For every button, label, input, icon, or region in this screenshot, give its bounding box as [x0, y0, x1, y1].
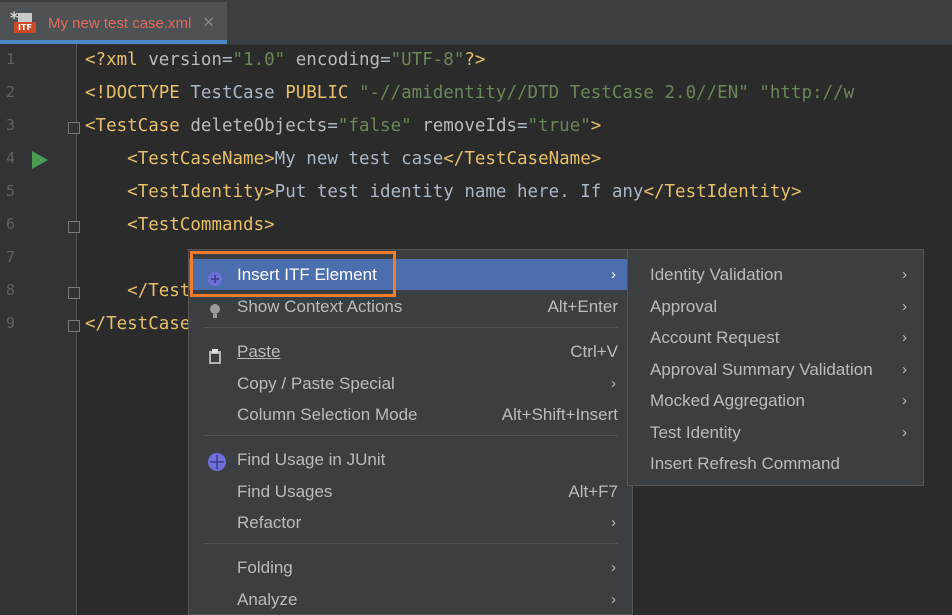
tab-my-new-test-case[interactable]: * ITF My new test case.xml ×	[0, 2, 227, 44]
menu-item-analyze[interactable]: Analyze ›	[189, 584, 632, 615]
line-number: 2	[6, 83, 16, 101]
run-icon[interactable]	[32, 151, 48, 169]
code-line-2: <!DOCTYPE TestCase PUBLIC "-//amidentity…	[85, 83, 855, 103]
menu-item-find-usage-in-junit[interactable]: Find Usage in JUnit	[189, 444, 632, 475]
file-type-badge: ITF	[14, 22, 36, 33]
code-line-3: <TestCase deleteObjects="false" removeId…	[85, 116, 602, 136]
chevron-right-icon: ›	[611, 559, 616, 576]
menu-item-folding[interactable]: Folding ›	[189, 552, 632, 583]
line-number: 3	[6, 116, 16, 134]
line-number: 8	[6, 281, 16, 299]
chevron-right-icon: ›	[611, 266, 616, 283]
menu-item-column-selection-mode[interactable]: Column Selection Mode Alt+Shift+Insert	[189, 399, 632, 430]
line-number: 6	[6, 215, 16, 233]
chevron-right-icon: ›	[611, 591, 616, 608]
menu-item-refactor[interactable]: Refactor ›	[189, 507, 632, 538]
chevron-right-icon: ›	[902, 266, 907, 283]
chevron-right-icon: ›	[611, 514, 616, 531]
code-line-6: <TestCommands>	[127, 215, 275, 235]
code-line-5: <TestIdentity>Put test identity name her…	[127, 182, 802, 202]
fold-minus-icon[interactable]	[68, 122, 80, 134]
line-number: 4	[6, 149, 16, 167]
submenu-item-approval[interactable]: Approval ›	[628, 291, 923, 322]
chevron-right-icon: ›	[902, 361, 907, 378]
editor-gutter: 1 2 3 4 5 6 7 8 9	[0, 44, 80, 615]
fold-end-icon[interactable]	[68, 320, 80, 332]
code-line-1: <?xml version="1.0" encoding="UTF-8"?>	[85, 50, 486, 70]
menu-item-copy-paste-special[interactable]: Copy / Paste Special ›	[189, 368, 632, 399]
submenu-item-mocked-aggregation[interactable]: Mocked Aggregation ›	[628, 385, 923, 416]
close-icon[interactable]: ×	[202, 12, 215, 31]
fold-end-icon[interactable]	[68, 287, 80, 299]
chevron-right-icon: ›	[902, 424, 907, 441]
menu-item-paste[interactable]: Paste Ctrl+V	[189, 336, 632, 367]
editor-context-menu: Insert ITF Element › Show Context Action…	[188, 249, 633, 615]
chevron-right-icon: ›	[611, 375, 616, 392]
chevron-right-icon: ›	[902, 392, 907, 409]
lightbulb-icon	[207, 298, 223, 318]
line-number: 5	[6, 182, 16, 200]
code-line-9: </TestCase>	[85, 314, 201, 334]
clipboard-icon	[207, 343, 223, 364]
menu-item-find-usages[interactable]: Find Usages Alt+F7	[189, 476, 632, 507]
code-line-4: <TestCaseName>My new test case</TestCase…	[127, 149, 602, 169]
line-number: 1	[6, 50, 16, 68]
annotation-highlight-box	[190, 251, 396, 297]
tab-title: My new test case.xml	[48, 15, 192, 32]
junit-icon	[207, 451, 226, 471]
insert-itf-element-submenu: Identity Validation › Approval › Account…	[627, 249, 924, 486]
menu-separator	[203, 543, 618, 544]
submenu-item-approval-summary-validation[interactable]: Approval Summary Validation ›	[628, 354, 923, 385]
chevron-right-icon: ›	[902, 329, 907, 346]
submenu-item-insert-refresh-command[interactable]: Insert Refresh Command	[628, 448, 923, 479]
itf-file-icon: * ITF	[10, 8, 38, 35]
submenu-item-test-identity[interactable]: Test Identity ›	[628, 417, 923, 448]
submenu-item-identity-validation[interactable]: Identity Validation ›	[628, 259, 923, 290]
editor-tab-bar: * ITF My new test case.xml ×	[0, 0, 952, 45]
fold-minus-icon[interactable]	[68, 221, 80, 233]
menu-separator	[203, 435, 618, 436]
chevron-right-icon: ›	[902, 298, 907, 315]
menu-separator	[203, 327, 618, 328]
line-number: 9	[6, 314, 16, 332]
line-number: 7	[6, 248, 16, 266]
submenu-item-account-request[interactable]: Account Request ›	[628, 322, 923, 353]
